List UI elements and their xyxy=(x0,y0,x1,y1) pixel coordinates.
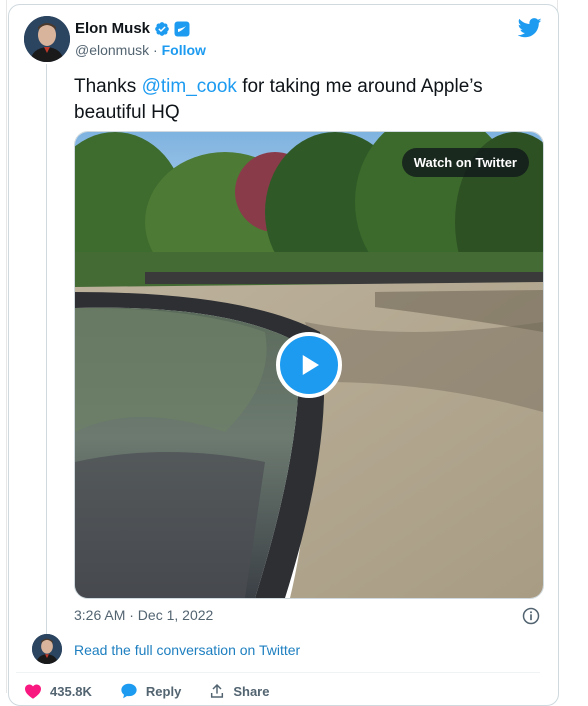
like-button[interactable]: 435.8K xyxy=(24,683,92,699)
avatar[interactable] xyxy=(24,16,70,62)
tweet-timestamp[interactable]: 3:26 AM · Dec 1, 2022 xyxy=(74,607,213,623)
mention-link[interactable]: @tim_cook xyxy=(142,76,237,97)
gov-label-icon xyxy=(174,21,190,36)
share-label: Share xyxy=(233,683,270,699)
actions-divider xyxy=(16,672,540,673)
avatar-small[interactable] xyxy=(32,634,62,664)
tweet-text-start: Thanks xyxy=(74,76,142,97)
action-bar: 435.8K Reply Share xyxy=(24,683,269,699)
like-count: 435.8K xyxy=(50,683,92,699)
video-thumbnail[interactable]: Watch on Twitter xyxy=(74,131,544,599)
tweet-text: Thanks @tim_cook for taking me around Ap… xyxy=(74,74,524,126)
play-icon xyxy=(302,355,319,375)
info-icon[interactable] xyxy=(521,606,541,626)
follow-button[interactable]: Follow xyxy=(162,42,206,58)
separator-dot: · xyxy=(153,42,158,58)
share-icon xyxy=(211,683,224,698)
reply-label: Reply xyxy=(145,683,182,699)
author-handle[interactable]: @elonmusk xyxy=(75,42,149,58)
watch-on-twitter-badge[interactable]: Watch on Twitter xyxy=(401,148,529,177)
verified-icon xyxy=(155,21,169,36)
thread-line xyxy=(46,64,47,634)
heart-icon xyxy=(25,684,41,699)
avatar-small-image xyxy=(32,634,62,664)
twitter-bird-icon[interactable] xyxy=(518,17,542,39)
reply-button[interactable]: Reply xyxy=(120,683,181,699)
avatar-image xyxy=(24,16,70,62)
reply-icon xyxy=(121,683,137,699)
author-name-row: Elon Musk xyxy=(75,20,190,37)
author-handle-row: @elonmusk · Follow xyxy=(75,42,206,58)
play-button[interactable] xyxy=(276,332,342,398)
share-button[interactable]: Share xyxy=(209,683,269,699)
read-conversation-link[interactable]: Read the full conversation on Twitter xyxy=(74,642,300,658)
author-name[interactable]: Elon Musk xyxy=(75,20,150,37)
frame-border-left xyxy=(6,0,7,693)
